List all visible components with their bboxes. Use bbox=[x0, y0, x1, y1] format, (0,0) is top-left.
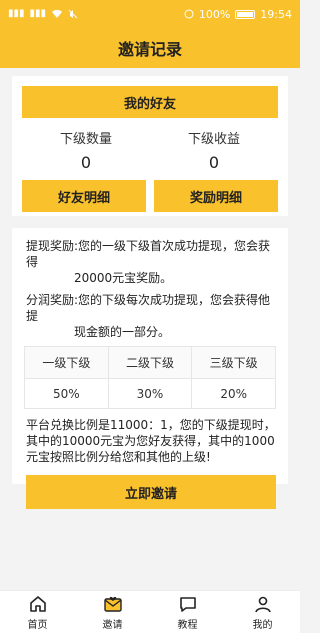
app-header: 邀请记录 bbox=[0, 28, 300, 68]
sub-income-value: 0 bbox=[208, 153, 220, 172]
sub-count-label: 下级数量 bbox=[59, 132, 112, 147]
page-title: 邀请记录 bbox=[117, 40, 182, 59]
rate-table: 一级下级 二级下级 三级下级 50% 30% 20% bbox=[24, 346, 276, 409]
bottom-tabbar: 首页 邀请 教程 我的 bbox=[0, 590, 300, 633]
status-left: ▮▮▮ ▮▮▮ bbox=[8, 9, 78, 19]
share-reward-title: 分润奖励: bbox=[26, 293, 79, 307]
stats-row: 下级数量 0 下级收益 0 bbox=[22, 128, 278, 172]
share-reward-text-2: 现金额的一部分。 bbox=[74, 325, 171, 339]
tab-home[interactable]: 首页 bbox=[8, 594, 68, 631]
rate-header-level2: 二级下级 bbox=[107, 346, 193, 379]
sub-income-label: 下级收益 bbox=[187, 132, 240, 147]
rate-value-level2: 30% bbox=[107, 378, 193, 409]
tab-home-label: 首页 bbox=[27, 619, 48, 631]
invite-icon bbox=[103, 596, 122, 612]
sub-count-value: 0 bbox=[80, 153, 92, 172]
tab-invite[interactable]: 邀请 bbox=[83, 594, 143, 631]
withdraw-reward-desc: 提现奖励:您的一级下级首次成功提现，您会获得 20000元宝奖励。 bbox=[26, 238, 278, 286]
rate-value-level1: 50% bbox=[24, 378, 109, 409]
battery-icon bbox=[235, 9, 256, 19]
my-friends-button[interactable]: 我的好友 bbox=[22, 86, 278, 118]
rate-value-level3: 20% bbox=[191, 378, 276, 409]
wifi-icon bbox=[52, 9, 63, 18]
reward-detail-button[interactable]: 奖励明细 bbox=[154, 180, 278, 212]
home-icon bbox=[29, 595, 46, 612]
withdraw-reward-title: 提现奖励: bbox=[26, 239, 79, 253]
signal-icon: ▮▮▮ bbox=[29, 8, 47, 19]
status-right: 100% 19:54 bbox=[184, 8, 292, 21]
invite-now-button[interactable]: 立即邀请 bbox=[26, 475, 276, 509]
exchange-ratio-note: 平台兑换比例是11000：1，您的下级提现时，其中的10000元宝为您好友获得，… bbox=[26, 418, 276, 464]
rate-table-value-row: 50% 30% 20% bbox=[24, 378, 276, 409]
rate-header-level1: 一级下级 bbox=[24, 346, 109, 379]
tab-mine[interactable]: 我的 bbox=[233, 594, 293, 631]
tab-invite-label: 邀请 bbox=[102, 619, 123, 631]
status-bar: ▮▮▮ ▮▮▮ 100% 19:54 bbox=[0, 0, 300, 28]
chat-icon bbox=[179, 596, 196, 612]
sub-count-stat: 下级数量 0 bbox=[22, 128, 150, 172]
rate-header-level3: 三级下级 bbox=[191, 346, 276, 379]
tab-mine-label: 我的 bbox=[252, 619, 273, 631]
signal-icon: ▮▮▮ bbox=[8, 8, 25, 19]
status-time: 19:54 bbox=[260, 7, 292, 21]
rate-table-header-row: 一级下级 二级下级 三级下级 bbox=[24, 346, 276, 379]
rules-card: 提现奖励:您的一级下级首次成功提现，您会获得 20000元宝奖励。 分润奖励:您… bbox=[12, 228, 288, 509]
sub-income-stat: 下级收益 0 bbox=[150, 128, 278, 172]
tab-tutorial-label: 教程 bbox=[177, 619, 198, 631]
detail-buttons-row: 好友明细 奖励明细 bbox=[22, 180, 278, 212]
friends-card: 我的好友 下级数量 0 下级收益 0 好友明细 奖励明细 bbox=[12, 76, 288, 216]
battery-percent: 100% bbox=[198, 7, 231, 21]
speed-icon bbox=[184, 9, 194, 19]
friend-detail-button[interactable]: 好友明细 bbox=[22, 180, 146, 212]
user-icon bbox=[254, 596, 271, 612]
withdraw-reward-text-2: 20000元宝奖励。 bbox=[74, 271, 173, 285]
mute-icon bbox=[68, 9, 78, 19]
tab-tutorial[interactable]: 教程 bbox=[158, 594, 218, 631]
share-reward-desc: 分润奖励:您的下级每次成功提现，您会获得他提 现金额的一部分。 bbox=[26, 292, 278, 340]
